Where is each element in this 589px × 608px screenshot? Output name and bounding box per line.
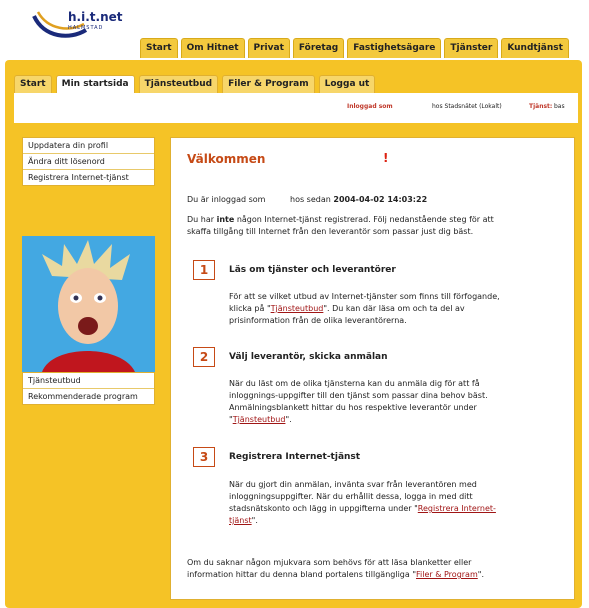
footer-text: Om du saknar någon mjukvara som behövs f… <box>187 558 484 579</box>
site-header: h.i.t.net HALMSTAD Start Om Hitnet Priva… <box>0 0 589 60</box>
step-1-text: För att se vilket utbud av Internet-tjän… <box>229 292 500 325</box>
tjansteutbud-link-1[interactable]: Tjänsteutbud <box>271 304 324 313</box>
sub-nav: Start Min startsida Tjänsteutbud Filer &… <box>14 75 376 93</box>
subtab-tjansteutbud[interactable]: Tjänsteutbud <box>138 75 219 93</box>
welcome-panel: Välkommen ! Du är inloggad som hos sedan… <box>170 137 575 600</box>
step-1-heading: Läs om tjänster och leverantörer <box>229 265 396 275</box>
register-service-link[interactable]: Registrera Internet- <box>418 504 496 513</box>
main-nav: Start Om Hitnet Privat Företag Fastighet… <box>140 38 569 58</box>
promo-photo <box>22 236 155 372</box>
page-title: Välkommen <box>187 152 266 166</box>
step-3-heading: Registrera Internet-tjänst <box>229 452 361 462</box>
nav-fastighetsagare[interactable]: Fastighetsägare <box>347 38 442 58</box>
subtab-filer-program[interactable]: Filer & Program <box>222 75 315 93</box>
menu-recommended-programs[interactable]: Rekommenderade program <box>23 389 154 404</box>
hitnet-logo[interactable]: h.i.t.net HALMSTAD <box>28 6 128 46</box>
logged-in-label: Inloggad som <box>347 103 393 110</box>
nav-tjanster[interactable]: Tjänster <box>444 38 499 58</box>
nav-foretag[interactable]: Företag <box>292 38 345 58</box>
subtab-min-startsida[interactable]: Min startsida <box>55 75 135 93</box>
login-status: Du är inloggad som hos sedan 2004-04-02 … <box>187 195 428 204</box>
nav-start[interactable]: Start <box>140 38 178 58</box>
step-2-badge: 2 <box>193 347 215 367</box>
step-3-text: När du gjort din anmälan, invänta svar f… <box>229 480 496 525</box>
user-info-bar: Inloggad som hos Stadsnätet (Lokalt) Tjä… <box>14 93 578 123</box>
subtab-logga-ut[interactable]: Logga ut <box>318 75 376 93</box>
logo-brand: h.i.t.net <box>68 10 123 24</box>
nav-om-hitnet[interactable]: Om Hitnet <box>180 38 245 58</box>
service-label: Tjänst: <box>529 103 553 110</box>
step-3-badge: 3 <box>193 447 215 467</box>
services-menu: Tjänsteutbud Rekommenderade program <box>22 372 155 405</box>
surprised-person-image <box>22 236 155 372</box>
menu-change-password[interactable]: Ändra ditt lösenord <box>23 154 154 170</box>
step-1-badge: 1 <box>193 260 215 280</box>
menu-update-profile[interactable]: Uppdatera din profil <box>23 138 154 154</box>
nav-kundtjanst[interactable]: Kundtjänst <box>501 38 569 58</box>
menu-register-service[interactable]: Registrera Internet-tjänst <box>23 170 154 185</box>
provider-label: hos Stadsnätet (Lokalt) <box>432 103 502 110</box>
step-2-heading: Välj leverantör, skicka anmälan <box>229 352 388 362</box>
logo-subtitle: HALMSTAD <box>68 25 104 31</box>
login-date: 2004-04-02 14:03:22 <box>333 195 428 204</box>
tjansteutbud-link-2[interactable]: Tjänsteutbud <box>233 415 286 424</box>
profile-menu: Uppdatera din profil Ändra ditt lösenord… <box>22 137 155 186</box>
service-value: bas <box>554 103 565 110</box>
intro-text: Du har inte någon Internet-tjänst regist… <box>187 215 494 236</box>
step-2-text: När du läst om de olika tjänsterna kan d… <box>229 379 488 424</box>
nav-privat[interactable]: Privat <box>247 38 290 58</box>
filer-program-link[interactable]: Filer & Program <box>416 570 478 579</box>
subtab-start[interactable]: Start <box>14 75 52 93</box>
menu-tjansteutbud[interactable]: Tjänsteutbud <box>23 373 154 389</box>
register-service-link-cont[interactable]: tjänst <box>229 516 252 525</box>
title-exclaim: ! <box>383 151 389 165</box>
